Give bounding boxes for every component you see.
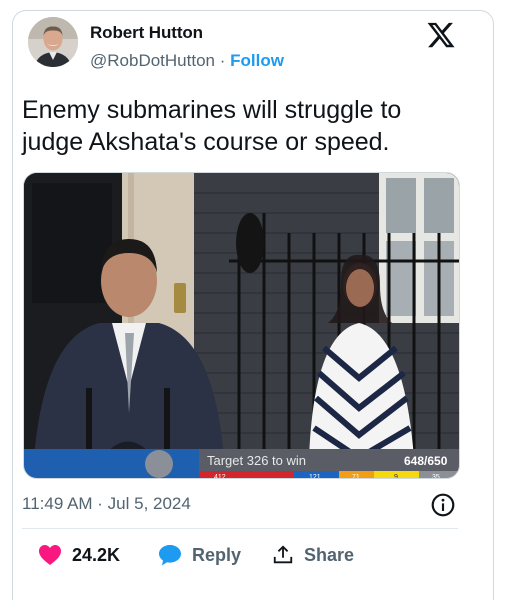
author-handle-row: @RobDotHutton · Follow (90, 51, 284, 71)
author-name[interactable]: Robert Hutton (90, 23, 203, 43)
share-button[interactable]: Share (272, 540, 354, 570)
like-button[interactable]: 24.2K (38, 540, 120, 570)
share-icon (273, 545, 293, 564)
info-icon[interactable] (430, 492, 456, 518)
share-label: Share (304, 544, 355, 565)
author-handle[interactable]: @RobDotHutton (90, 51, 215, 70)
follow-button[interactable]: Follow (230, 51, 284, 70)
tweet-timestamp[interactable]: 11:49 AM · Jul 5, 2024 (22, 494, 191, 514)
media-photo: Target 326 to win 648/650 412 121 71 9 3… (24, 173, 459, 479)
overlay-strip-1: 121 (309, 474, 321, 479)
reply-bubble-icon (159, 545, 181, 566)
avatar-image (28, 17, 78, 67)
action-bar: 24.2K Reply Share (22, 540, 462, 572)
reply-button[interactable]: Reply (158, 540, 241, 570)
overlay-strip-0: 412 (214, 474, 226, 479)
overlay-strip-3: 9 (394, 474, 398, 479)
avatar[interactable] (28, 17, 78, 67)
divider (22, 528, 458, 529)
overlay-target: Target 326 to win (207, 453, 306, 468)
reply-label: Reply (192, 544, 242, 565)
tweet-media[interactable]: Target 326 to win 648/650 412 121 71 9 3… (23, 172, 460, 479)
tweet-text: Enemy submarines will struggle to judge … (22, 96, 402, 156)
separator-dot: · (219, 51, 226, 70)
overlay-strip-4: 35 (432, 474, 440, 479)
x-logo-icon[interactable] (426, 20, 456, 50)
overlay-strip-2: 71 (352, 474, 360, 479)
like-count: 24.2K (72, 544, 121, 565)
heart-icon (39, 545, 61, 565)
overlay-count: 648/650 (404, 454, 448, 468)
